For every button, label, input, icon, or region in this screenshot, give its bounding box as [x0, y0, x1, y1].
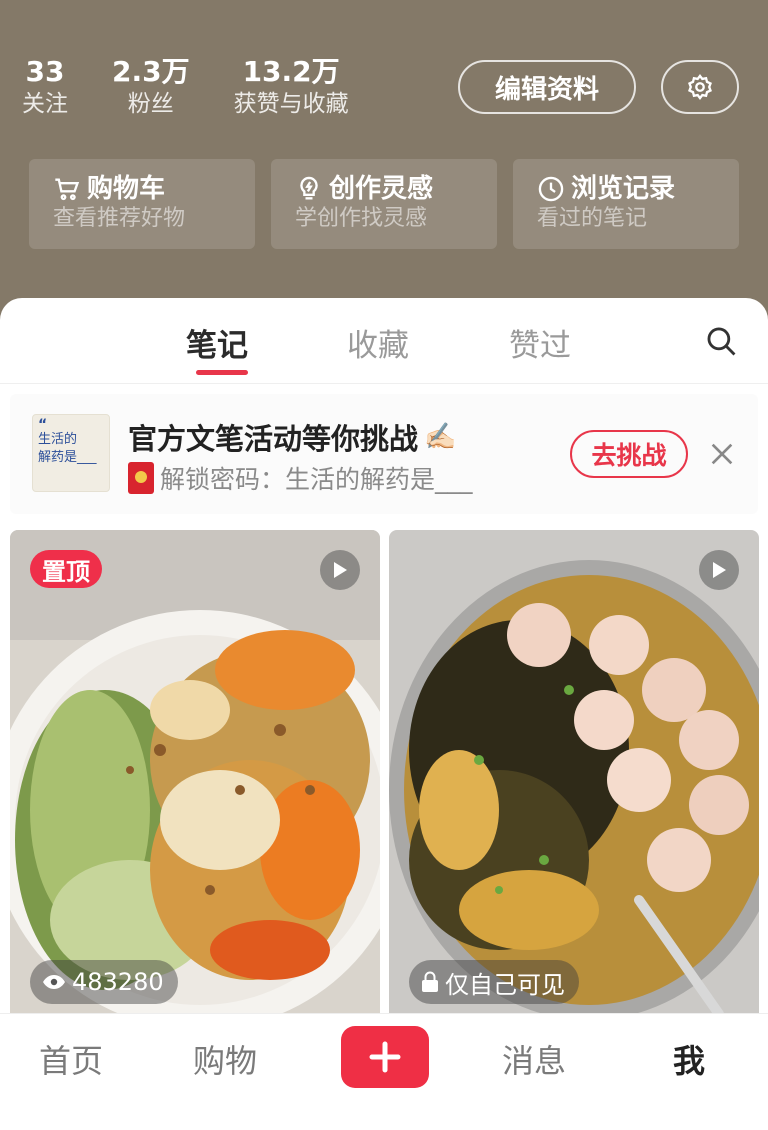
eye-icon	[43, 975, 65, 989]
banner-subtitle: 解锁密码：生活的解药是___	[160, 465, 473, 494]
thumb-quote-mark: “	[38, 417, 48, 433]
banner-title-row: 官方文笔活动等你挑战 ✍🏻	[128, 416, 456, 458]
tab-notes[interactable]: 笔记	[186, 320, 248, 365]
nav-messages[interactable]: 消息	[502, 1036, 566, 1082]
banner-title: 官方文笔活动等你挑战	[128, 422, 419, 456]
profile-header: 33 关注 2.3万 粉丝 13.2万 获赞与收藏 编辑资料 购物车 查看推荐好…	[0, 0, 768, 330]
lock-icon	[422, 971, 438, 992]
red-envelope-icon	[128, 462, 154, 494]
stat-label: 关注	[22, 91, 68, 117]
card-creative-inspiration[interactable]: 创作灵感 学创作找灵感	[271, 159, 497, 249]
edit-profile-button[interactable]: 编辑资料	[458, 60, 636, 114]
close-icon[interactable]	[706, 438, 738, 470]
bottom-navigation: 首页 购物 消息 我	[0, 1013, 768, 1130]
nav-me[interactable]: 我	[673, 1036, 705, 1082]
stat-value: 2.3万	[112, 55, 190, 88]
card-title: 购物车	[87, 174, 166, 204]
quick-cards: 购物车 查看推荐好物 创作灵感 学创作找灵感 浏览记录 看过的笔记	[29, 159, 739, 249]
writing-hand-emoji: ✍🏻	[424, 422, 457, 452]
visibility-label: 仅自己可见	[445, 970, 565, 999]
banner-subtitle-row: 解锁密码：生活的解药是___	[128, 460, 473, 496]
tab-bar: 笔记 收藏 赞过	[0, 298, 768, 384]
card-title: 浏览记录	[571, 174, 676, 204]
content-sheet: 笔记 收藏 赞过 “ 生活的 解药是___ 官方文笔活动等你挑战 ✍🏻 解锁密码…	[0, 298, 768, 1130]
play-icon	[713, 562, 726, 578]
card-title-row: 创作灵感	[295, 173, 497, 205]
tab-collections[interactable]: 收藏	[347, 320, 409, 365]
cart-icon	[55, 178, 80, 201]
card-title: 创作灵感	[329, 174, 434, 204]
play-button[interactable]	[320, 550, 360, 590]
note-card[interactable]: 仅自己可见	[389, 530, 759, 1014]
card-shopping-cart[interactable]: 购物车 查看推荐好物	[29, 159, 255, 249]
thumb-line: 生活的	[38, 432, 78, 447]
view-count: 483280	[72, 968, 164, 996]
stat-label: 粉丝	[127, 91, 174, 117]
card-subtitle: 看过的笔记	[537, 206, 648, 231]
stat-value: 13.2万	[242, 55, 340, 88]
card-title-row: 浏览记录	[537, 173, 739, 205]
note-cover-image	[10, 530, 380, 1014]
active-tab-indicator	[196, 370, 248, 375]
publish-button[interactable]	[341, 1026, 429, 1088]
banner-thumbnail: “ 生活的 解药是___	[32, 414, 110, 492]
challenge-banner[interactable]: “ 生活的 解药是___ 官方文笔活动等你挑战 ✍🏻 解锁密码：生活的解药是__…	[10, 394, 758, 514]
stat-followers[interactable]: 2.3万 粉丝	[112, 55, 190, 119]
visibility-badge: 仅自己可见	[409, 960, 579, 1004]
card-title-row: 购物车	[53, 173, 255, 205]
plus-icon	[369, 1041, 401, 1073]
card-subtitle: 学创作找灵感	[295, 206, 428, 231]
nav-shopping[interactable]: 购物	[193, 1036, 257, 1082]
stat-likes-collects[interactable]: 13.2万 获赞与收藏	[234, 55, 349, 119]
tab-liked[interactable]: 赞过	[509, 320, 571, 365]
lightbulb-icon	[300, 176, 318, 200]
search-icon[interactable]	[704, 324, 738, 358]
profile-stats: 33 关注 2.3万 粉丝 13.2万 获赞与收藏	[22, 55, 393, 119]
clock-icon	[538, 176, 564, 202]
nav-home[interactable]: 首页	[39, 1036, 103, 1082]
accept-challenge-button[interactable]: 去挑战	[570, 430, 688, 478]
view-count-badge: 483280	[30, 960, 178, 1004]
card-subtitle: 查看推荐好物	[53, 206, 186, 231]
stat-value: 33	[25, 55, 65, 88]
play-button[interactable]	[699, 550, 739, 590]
note-cover-image	[389, 530, 759, 1014]
pinned-badge: 置顶	[30, 550, 102, 588]
stat-label: 获赞与收藏	[233, 91, 349, 117]
thumb-line: 解药是___	[38, 450, 97, 465]
settings-button[interactable]	[661, 60, 739, 114]
play-icon	[334, 562, 347, 578]
card-browse-history[interactable]: 浏览记录 看过的笔记	[513, 159, 739, 249]
stat-following[interactable]: 33 关注	[22, 55, 68, 119]
gear-icon	[688, 74, 712, 100]
note-card[interactable]: 置顶 483280	[10, 530, 380, 1014]
